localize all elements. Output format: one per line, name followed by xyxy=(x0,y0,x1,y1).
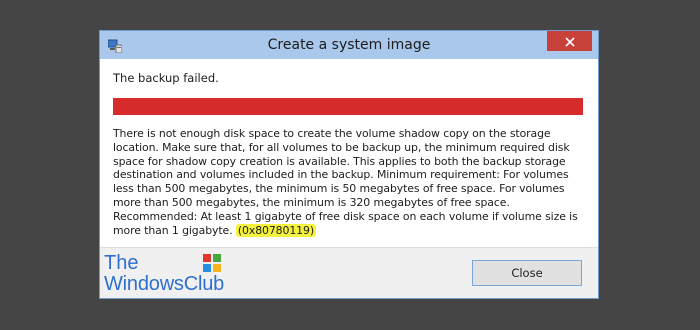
backup-progress-bar xyxy=(113,98,583,115)
close-button[interactable]: Close xyxy=(472,260,582,286)
site-watermark: The WindowsClub xyxy=(104,253,234,297)
error-code: (0x80780119) xyxy=(235,223,316,237)
watermark-line-2: WindowsClub xyxy=(104,273,225,295)
title-bar[interactable]: Create a system image xyxy=(100,31,598,59)
windows-logo-icon xyxy=(203,254,221,272)
error-message-text: There is not enough disk space to create… xyxy=(113,127,578,237)
backup-status-heading: The backup failed. xyxy=(113,71,219,85)
error-message: There is not enough disk space to create… xyxy=(113,127,585,237)
dialog-content: The backup failed. There is not enough d… xyxy=(100,59,598,247)
close-icon xyxy=(564,32,575,51)
window-title: Create a system image xyxy=(267,37,431,53)
watermark-line-1: The xyxy=(104,252,139,274)
window-close-button[interactable] xyxy=(547,31,592,51)
